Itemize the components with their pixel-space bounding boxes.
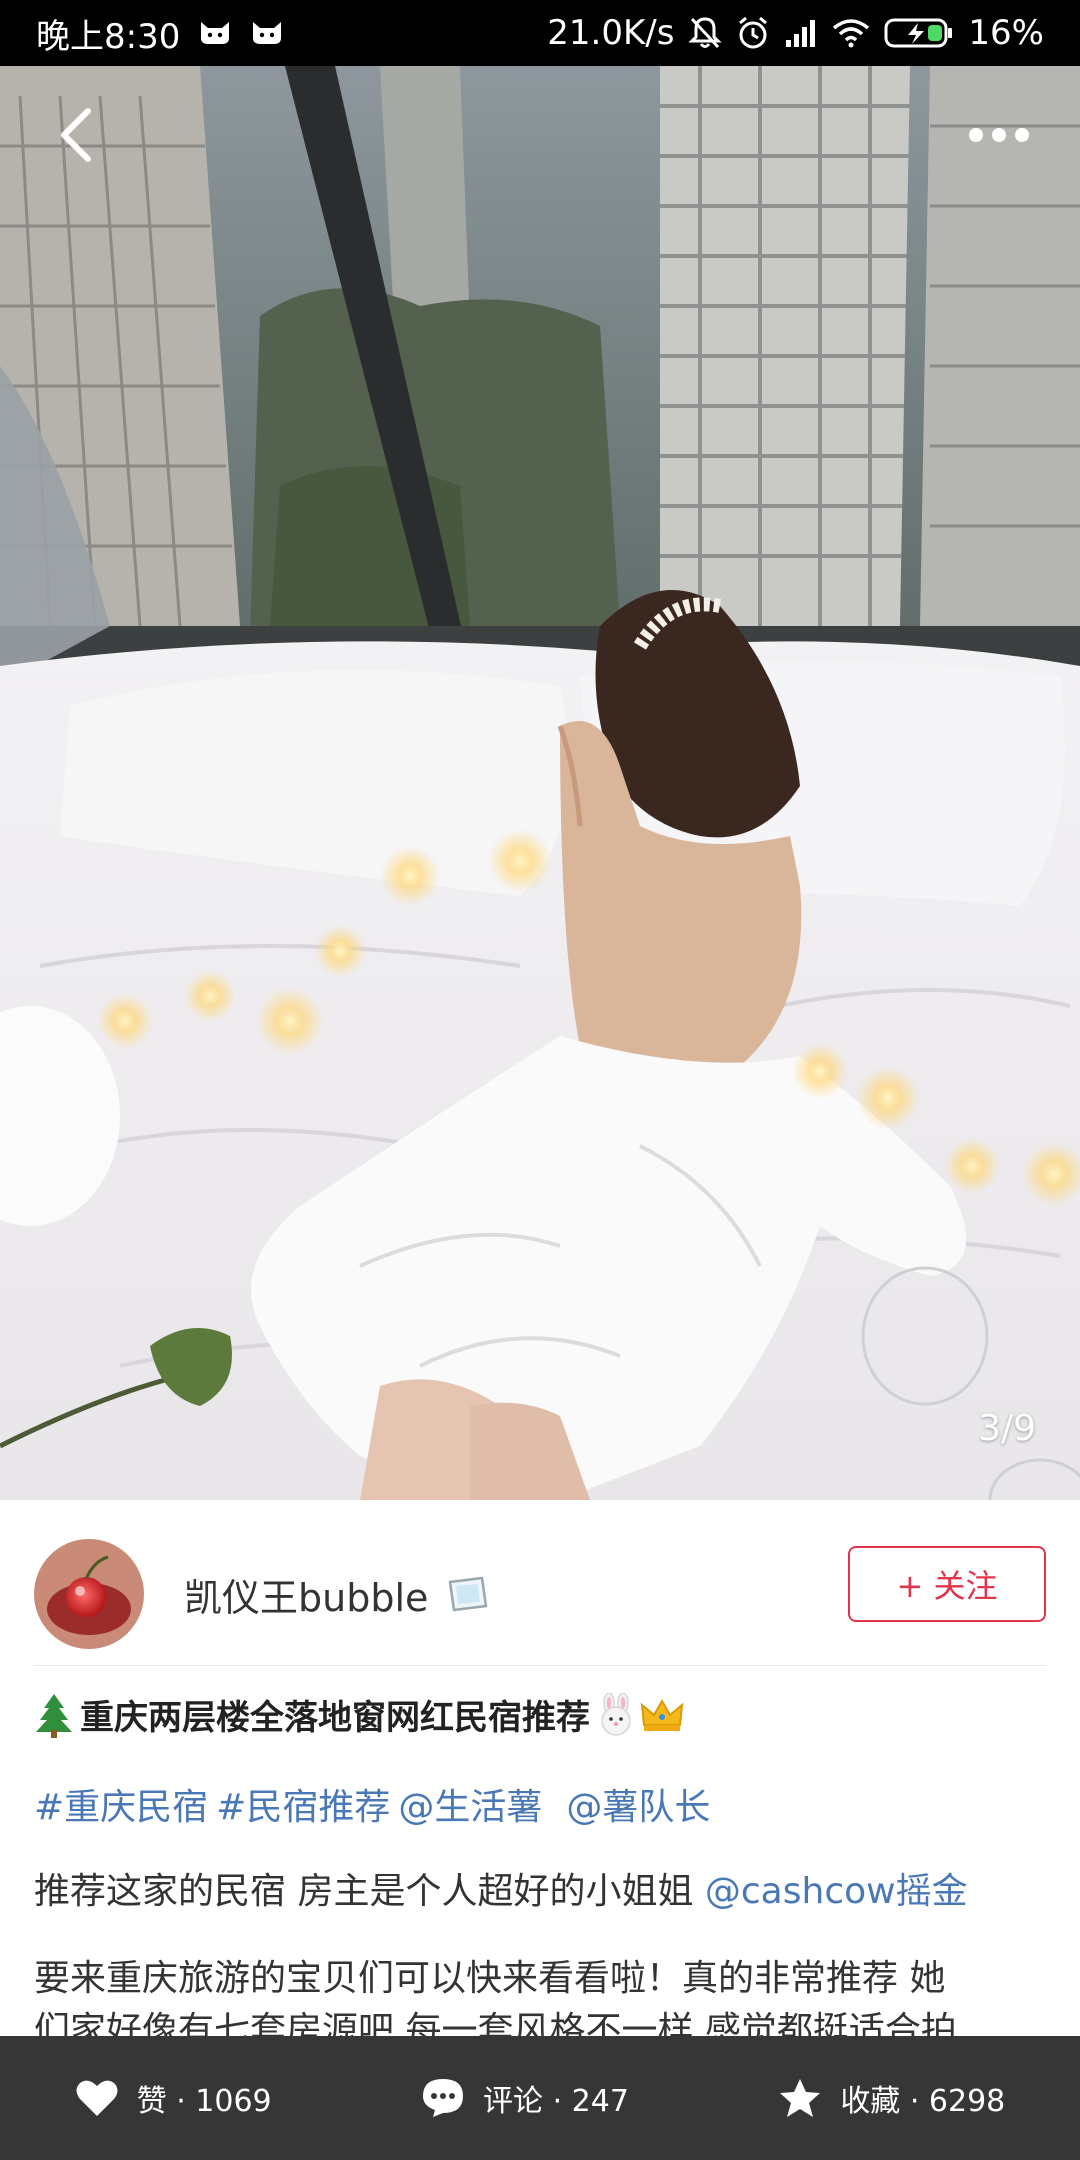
comment-count: 评论 · 247 bbox=[483, 2084, 629, 2119]
back-button[interactable] bbox=[46, 100, 106, 170]
cat-icon bbox=[198, 20, 232, 46]
mention-link[interactable]: @薯队长 bbox=[566, 1787, 710, 1828]
paragraph-text: 推荐这家的民宿 房主是个人超好的小姐姐 bbox=[34, 1871, 705, 1912]
cat-icon bbox=[250, 20, 284, 46]
chevron-left-icon bbox=[61, 108, 91, 162]
post-paragraph: 要来重庆旅游的宝贝们可以快来看看啦！真的非常推荐 她 们家好像有七套房源吧 每一… bbox=[34, 1953, 1054, 2037]
tag-link[interactable]: #民宿推荐 bbox=[216, 1787, 390, 1828]
paragraph-line: 要来重庆旅游的宝贝们可以快来看看啦！真的非常推荐 她 bbox=[34, 1958, 946, 1999]
post-title-text: 重庆两层楼全落地窗网红民宿推荐 bbox=[80, 1698, 590, 1738]
mention-link[interactable]: @cashcow摇金 bbox=[705, 1871, 968, 1912]
rabbit-icon bbox=[596, 1692, 636, 1737]
more-button[interactable] bbox=[954, 110, 1044, 160]
page-indicator: 3/9 bbox=[978, 1408, 1036, 1449]
wifi-icon bbox=[832, 18, 870, 48]
status-right: 21.0K/s 16% bbox=[547, 13, 1044, 53]
battery-icon bbox=[884, 17, 954, 49]
favorite-button[interactable]: 收藏 · 6298 bbox=[758, 2036, 1025, 2160]
status-left: 晚上8:30 bbox=[36, 9, 284, 58]
signal-icon bbox=[784, 18, 818, 48]
star-icon bbox=[780, 2079, 821, 2117]
tag-link[interactable]: #重庆民宿 bbox=[34, 1787, 208, 1828]
tree-icon bbox=[34, 1692, 74, 1738]
screen: 晚上8:30 21.0K/s 16% 3/9 凯仪王bubble + 关注 重庆… bbox=[0, 0, 1080, 2160]
author-name[interactable]: 凯仪王bubble bbox=[184, 1567, 428, 1622]
post-image[interactable] bbox=[0, 66, 1080, 1500]
battery-percent: 16% bbox=[968, 13, 1044, 53]
comment-button[interactable]: 评论 · 247 bbox=[401, 2036, 649, 2160]
badge-icon bbox=[446, 1576, 490, 1612]
follow-button[interactable]: + 关注 bbox=[848, 1546, 1046, 1622]
network-speed: 21.0K/s bbox=[547, 13, 675, 53]
avatar[interactable] bbox=[34, 1539, 144, 1649]
status-bar: 晚上8:30 21.0K/s 16% bbox=[0, 0, 1080, 66]
status-time: 晚上8:30 bbox=[36, 16, 181, 57]
action-bar: 赞 · 1069 评论 · 247 收藏 · 6298 bbox=[0, 2036, 1080, 2160]
divider bbox=[34, 1665, 1046, 1666]
like-count: 赞 · 1069 bbox=[136, 2084, 272, 2119]
favorite-count: 收藏 · 6298 bbox=[840, 2084, 1006, 2119]
crown-icon bbox=[640, 1697, 684, 1733]
alarm-icon bbox=[736, 15, 770, 51]
post-title: 重庆两层楼全落地窗网红民宿推荐 bbox=[34, 1690, 1054, 1739]
mention-link[interactable]: @生活薯 bbox=[398, 1787, 542, 1828]
post-tags: #重庆民宿 #民宿推荐 @生活薯 @薯队长 bbox=[34, 1778, 1054, 1830]
like-button[interactable]: 赞 · 1069 bbox=[55, 2036, 292, 2160]
paragraph-line: 们家好像有七套房源吧 每一套风格不一样 感觉都挺适合拍 bbox=[34, 2010, 957, 2037]
author-row: 凯仪王bubble + 关注 bbox=[34, 1524, 1046, 1664]
post-paragraph: 推荐这家的民宿 房主是个人超好的小姐姐 @cashcow摇金 bbox=[34, 1866, 1054, 1918]
mute-icon bbox=[688, 15, 723, 51]
more-dots-icon bbox=[969, 128, 1029, 142]
comment-icon bbox=[423, 2079, 464, 2117]
heart-icon bbox=[76, 2080, 118, 2116]
